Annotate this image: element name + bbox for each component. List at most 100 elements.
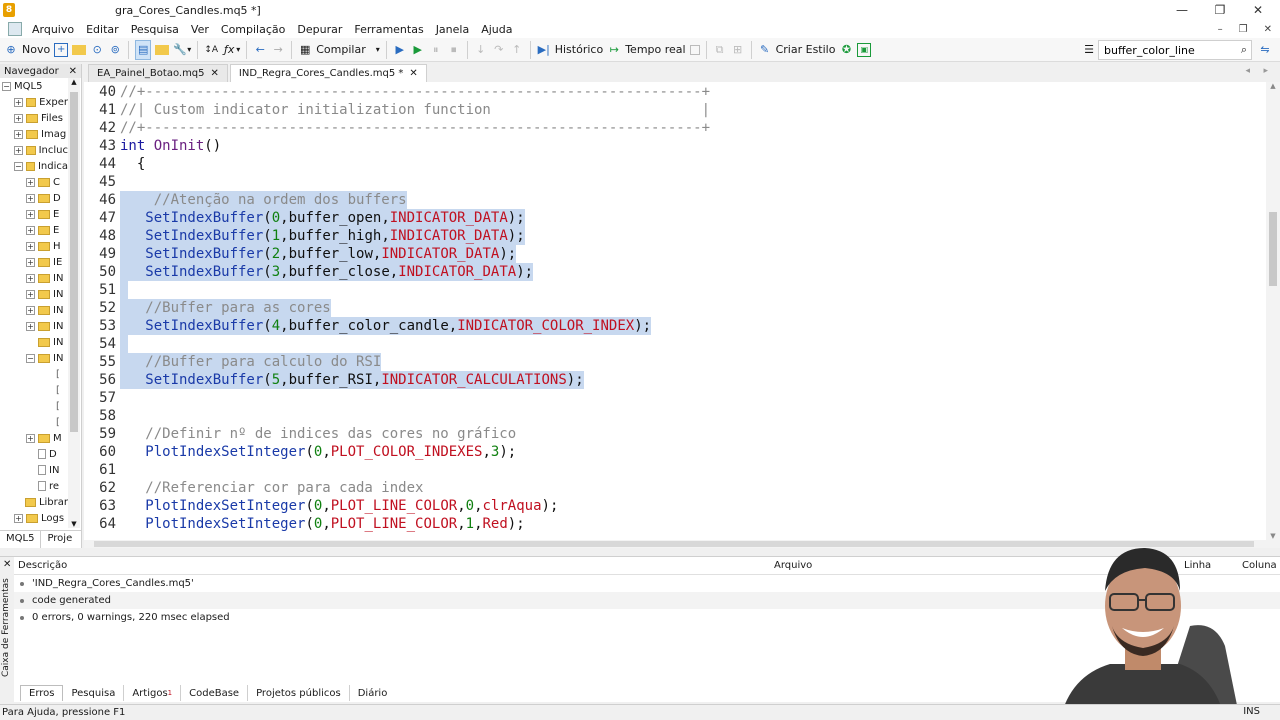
close-window-button[interactable]: ✕ <box>1238 0 1278 20</box>
tree-item[interactable]: + Imag <box>0 126 68 142</box>
tree-item[interactable]: Librar <box>0 494 68 510</box>
create-style-button[interactable]: ✎ Criar Estilo <box>758 40 835 60</box>
code-line[interactable]: 46 //Atenção na ordem dos buffers <box>84 191 1266 209</box>
mdi-restore-button[interactable]: ❐ <box>1239 24 1248 35</box>
code-line[interactable]: 58 <box>84 407 1266 425</box>
col-descricao[interactable]: Descrição <box>18 560 67 571</box>
debug-start-button[interactable]: ▶ <box>393 40 407 60</box>
forward-button[interactable]: → <box>271 40 285 60</box>
code-line[interactable]: 44 { <box>84 155 1266 173</box>
community-search-button[interactable]: ⇋ <box>1258 40 1272 60</box>
code-line[interactable]: 43 int OnInit() <box>84 137 1266 155</box>
menu-depurar[interactable]: Depurar <box>291 23 348 36</box>
menu-ver[interactable]: Ver <box>185 23 215 36</box>
tree-item[interactable]: + D <box>0 190 68 206</box>
code-line[interactable]: 62 //Referenciar cor para cada index <box>84 479 1266 497</box>
profile-button[interactable]: ⧉ <box>713 40 727 60</box>
code-line[interactable]: 55 //Buffer para calculo do RSI <box>84 353 1266 371</box>
market-button[interactable]: ▣ <box>857 40 872 60</box>
code-line[interactable]: 63 PlotIndexSetInteger(0,PLOT_LINE_COLOR… <box>84 497 1266 515</box>
menu-arquivo[interactable]: Arquivo <box>26 23 80 36</box>
tree-item[interactable]: [ <box>0 398 68 414</box>
code-line[interactable]: 50 SetIndexBuffer(3,buffer_close,INDICAT… <box>84 263 1266 281</box>
tree-item[interactable]: + C <box>0 174 68 190</box>
mdi-minimize-button[interactable]: – <box>1218 24 1223 35</box>
compile-settings-button[interactable]: ↕A <box>204 40 218 60</box>
code-line[interactable]: 56 SetIndexBuffer(5,buffer_RSI,INDICATOR… <box>84 371 1266 389</box>
search-options-button[interactable]: ☰ <box>1082 40 1096 60</box>
search-input[interactable] <box>1104 43 1232 57</box>
step-out-button[interactable]: ↑ <box>510 40 524 60</box>
code-line[interactable]: 64 PlotIndexSetInteger(0,PLOT_LINE_COLOR… <box>84 515 1266 533</box>
realtime-button[interactable]: ↦ Tempo real <box>607 40 686 60</box>
minimize-button[interactable]: — <box>1162 0 1202 20</box>
code-line[interactable]: 45 <box>84 173 1266 191</box>
expander-icon[interactable]: + <box>26 257 35 267</box>
expander-icon[interactable]: + <box>14 145 23 155</box>
expander-icon[interactable]: + <box>26 289 35 299</box>
step-into-button[interactable]: ↓ <box>474 40 488 60</box>
stop-button[interactable]: ⏹ <box>447 40 461 60</box>
code-line[interactable]: 49 SetIndexBuffer(2,buffer_low,INDICATOR… <box>84 245 1266 263</box>
checkbox-toggle[interactable] <box>689 40 700 60</box>
toolbox-toggle-button[interactable] <box>155 40 170 60</box>
tree-item[interactable]: IN <box>0 334 68 350</box>
tree-root-mql5[interactable]: − MQL5 <box>0 78 68 94</box>
expander-icon[interactable]: + <box>26 273 35 283</box>
code-line[interactable]: 61 <box>84 461 1266 479</box>
menu-janela[interactable]: Janela <box>430 23 476 36</box>
tree-item[interactable]: re <box>0 478 68 494</box>
styler-button[interactable]: 🔧 ▾ <box>173 40 191 60</box>
function-list-button[interactable]: ƒx ▾ <box>222 40 240 60</box>
tab-projetos-publicos[interactable]: Projetos públicos <box>248 685 350 701</box>
editor-tab-ind-regra[interactable]: IND_Regra_Cores_Candles.mq5 * ✕ <box>229 64 427 82</box>
navigator-close-button[interactable]: ✕ <box>69 66 77 77</box>
tree-item[interactable]: + E <box>0 206 68 222</box>
menu-ajuda[interactable]: Ajuda <box>475 23 518 36</box>
tree-item[interactable]: [ <box>0 382 68 398</box>
code-line[interactable]: 40//+-----------------------------------… <box>84 83 1266 101</box>
tree-item[interactable]: + IN <box>0 318 68 334</box>
navigator-scrollbar[interactable]: ▲ ▼ <box>68 78 80 528</box>
expander-icon[interactable]: + <box>14 129 23 139</box>
expander-icon[interactable]: + <box>26 321 35 331</box>
tree-item[interactable]: + Exper <box>0 94 68 110</box>
expander-icon[interactable]: + <box>14 97 23 107</box>
new-button[interactable]: ⊕ Novo <box>4 40 50 60</box>
history-button[interactable]: ▶| Histórico <box>537 40 604 60</box>
code-line[interactable]: 48 SetIndexBuffer(1,buffer_high,INDICATO… <box>84 227 1266 245</box>
tab-diario[interactable]: Diário <box>350 685 396 701</box>
step-over-button[interactable]: ↷ <box>492 40 506 60</box>
tree-item[interactable]: IN <box>0 462 68 478</box>
run-button[interactable]: ▶ <box>411 40 425 60</box>
tab-close-icon[interactable]: ✕ <box>211 68 219 79</box>
pause-button[interactable]: ⏸ <box>429 40 443 60</box>
tab-close-icon[interactable]: ✕ <box>409 68 417 79</box>
expander-icon[interactable]: − <box>2 81 11 91</box>
maximize-button[interactable]: ❐ <box>1200 0 1240 20</box>
tree-item[interactable]: + H <box>0 238 68 254</box>
expander-icon[interactable]: + <box>26 193 35 203</box>
navigator-toggle-button[interactable]: ▤ <box>135 39 152 60</box>
nav-tab-mql5[interactable]: MQL5 <box>0 531 42 548</box>
expander-icon[interactable]: + <box>26 225 35 235</box>
code-line[interactable]: 53 SetIndexBuffer(4,buffer_color_candle,… <box>84 317 1266 335</box>
code-editor[interactable]: 40//+-----------------------------------… <box>84 82 1266 540</box>
col-coluna[interactable]: Coluna <box>1242 560 1277 571</box>
tree-item[interactable]: + Logs <box>0 510 68 526</box>
code-line[interactable]: 60 PlotIndexSetInteger(0,PLOT_COLOR_INDE… <box>84 443 1266 461</box>
nav-tab-project[interactable]: Proje <box>41 531 78 548</box>
tree-item[interactable]: + IE <box>0 254 68 270</box>
mdi-close-button[interactable]: ✕ <box>1264 24 1272 35</box>
tree-item[interactable]: − IN <box>0 350 68 366</box>
expander-icon[interactable]: + <box>26 305 35 315</box>
code-line[interactable]: 42//+-----------------------------------… <box>84 119 1266 137</box>
expander-icon[interactable]: + <box>14 513 23 523</box>
save-all-button[interactable]: ⊚ <box>108 40 122 60</box>
code-line[interactable]: 51 <box>84 281 1266 299</box>
tree-item[interactable]: + Files <box>0 110 68 126</box>
new-project-button[interactable]: + <box>54 40 69 60</box>
expander-icon[interactable]: + <box>26 241 35 251</box>
menu-editar[interactable]: Editar <box>80 23 125 36</box>
code-line[interactable]: 54 <box>84 335 1266 353</box>
